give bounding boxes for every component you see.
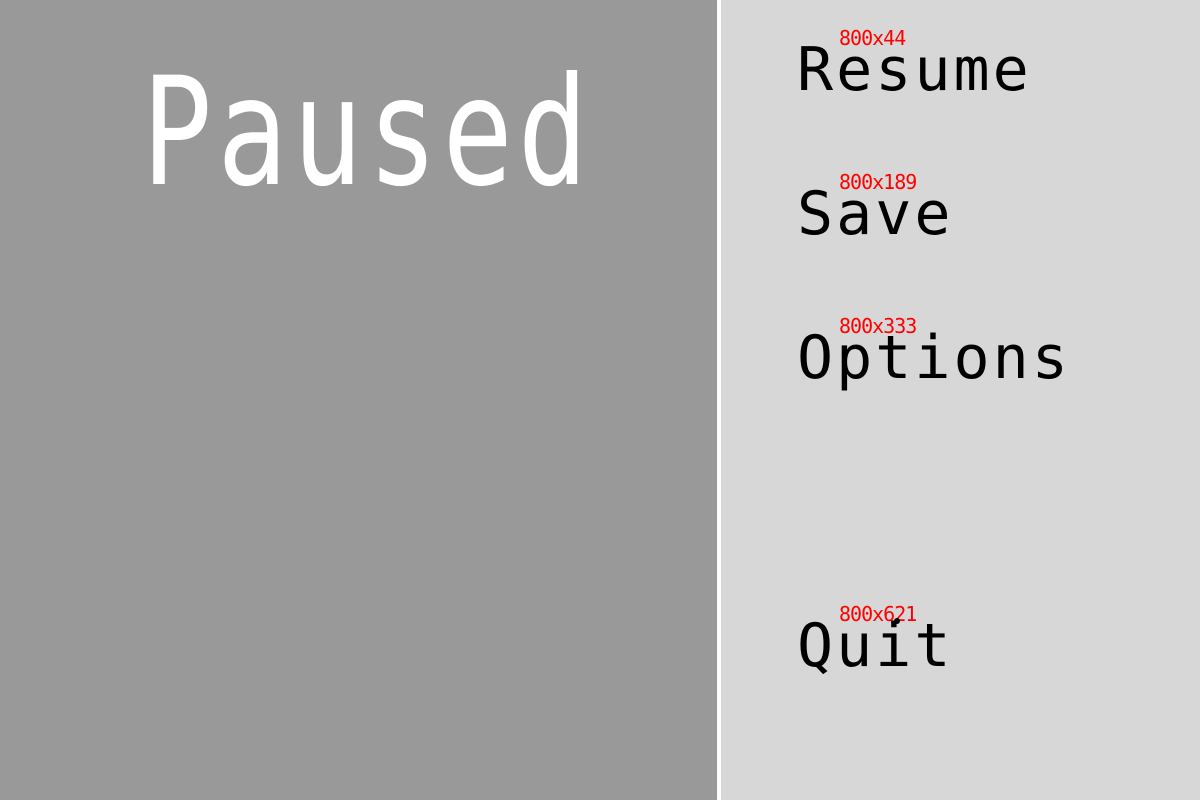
save-button[interactable]: Save 800x189 bbox=[797, 172, 954, 244]
resume-coord-tag: 800x44 bbox=[839, 26, 906, 50]
quit-coord-tag: 800x621 bbox=[839, 602, 917, 626]
pause-backdrop-panel: Paused bbox=[0, 0, 717, 800]
paused-title: Paused bbox=[142, 46, 593, 220]
quit-button[interactable]: Quit 800x621 bbox=[797, 604, 954, 676]
options-button[interactable]: Options 800x333 bbox=[797, 316, 1071, 388]
save-coord-tag: 800x189 bbox=[839, 170, 917, 194]
mouse-cursor-dot bbox=[894, 618, 900, 624]
options-coord-tag: 800x333 bbox=[839, 314, 917, 338]
pause-screen: Paused Resume 800x44 Save 800x189 Option… bbox=[0, 0, 1200, 800]
resume-button[interactable]: Resume 800x44 bbox=[797, 28, 1032, 105]
resume-label: Resume bbox=[797, 35, 1032, 105]
pause-menu-panel bbox=[721, 0, 1200, 800]
